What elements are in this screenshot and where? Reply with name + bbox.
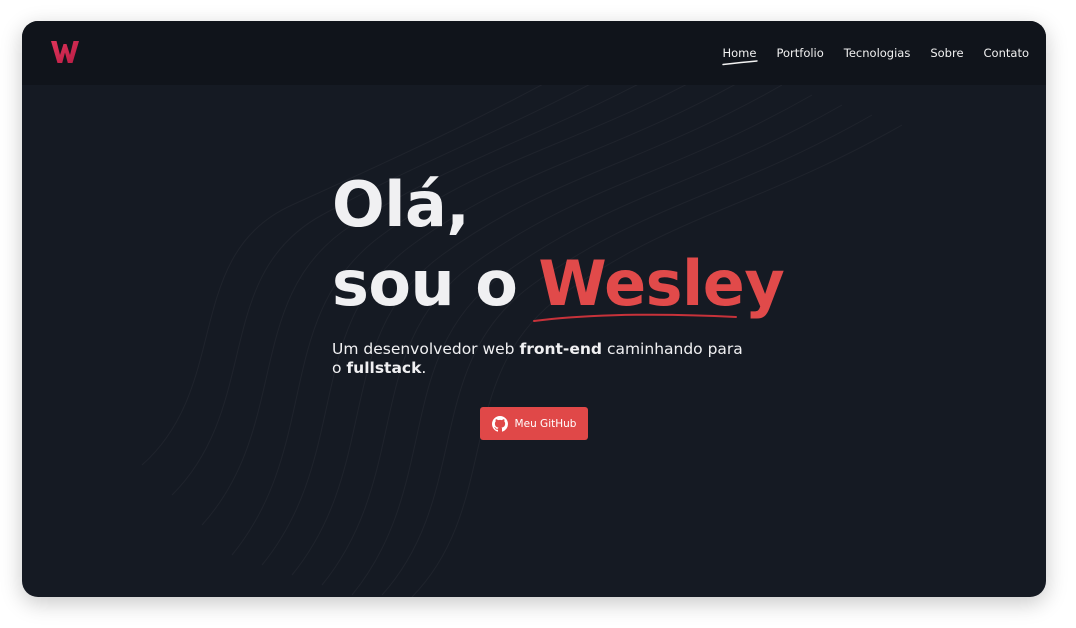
nav-tecnologias[interactable]: Tecnologias	[844, 46, 911, 60]
browser-window: Home Portfolio Tecnologias Sobre Contato…	[22, 21, 1046, 597]
nav-portfolio[interactable]: Portfolio	[776, 46, 823, 60]
hero-intro: sou o Wesley	[332, 252, 785, 322]
subtitle-bold-fullstack: fullstack	[346, 359, 422, 377]
hero-greeting: Olá,	[332, 168, 470, 241]
hero-section: Olá, sou o Wesley Um desenvolvedor web f…	[332, 168, 785, 378]
nav-sobre[interactable]: Sobre	[930, 46, 963, 60]
hero-intro-prefix: sou o	[332, 247, 539, 320]
subtitle-text-3: .	[421, 359, 427, 377]
github-button[interactable]: Meu GitHub	[480, 407, 588, 440]
nav-home[interactable]: Home	[721, 46, 758, 66]
name-underline-stroke	[533, 313, 737, 322]
subtitle-bold-frontend: front-end	[519, 340, 603, 358]
subtitle-text-1: Um desenvolvedor web	[332, 340, 520, 358]
hero-subtitle: Um desenvolvedor web front-end caminhand…	[332, 340, 752, 378]
logo-w[interactable]	[50, 39, 80, 65]
github-button-label: Meu GitHub	[514, 417, 577, 430]
top-navigation-bar: Home Portfolio Tecnologias Sobre Contato	[22, 21, 1046, 85]
nav-home-label: Home	[722, 46, 757, 60]
active-underline	[721, 60, 758, 66]
nav-contato[interactable]: Contato	[984, 46, 1029, 60]
main-nav: Home Portfolio Tecnologias Sobre Contato	[721, 46, 1029, 66]
hero-name: Wesley	[538, 247, 785, 320]
github-icon	[491, 415, 508, 432]
